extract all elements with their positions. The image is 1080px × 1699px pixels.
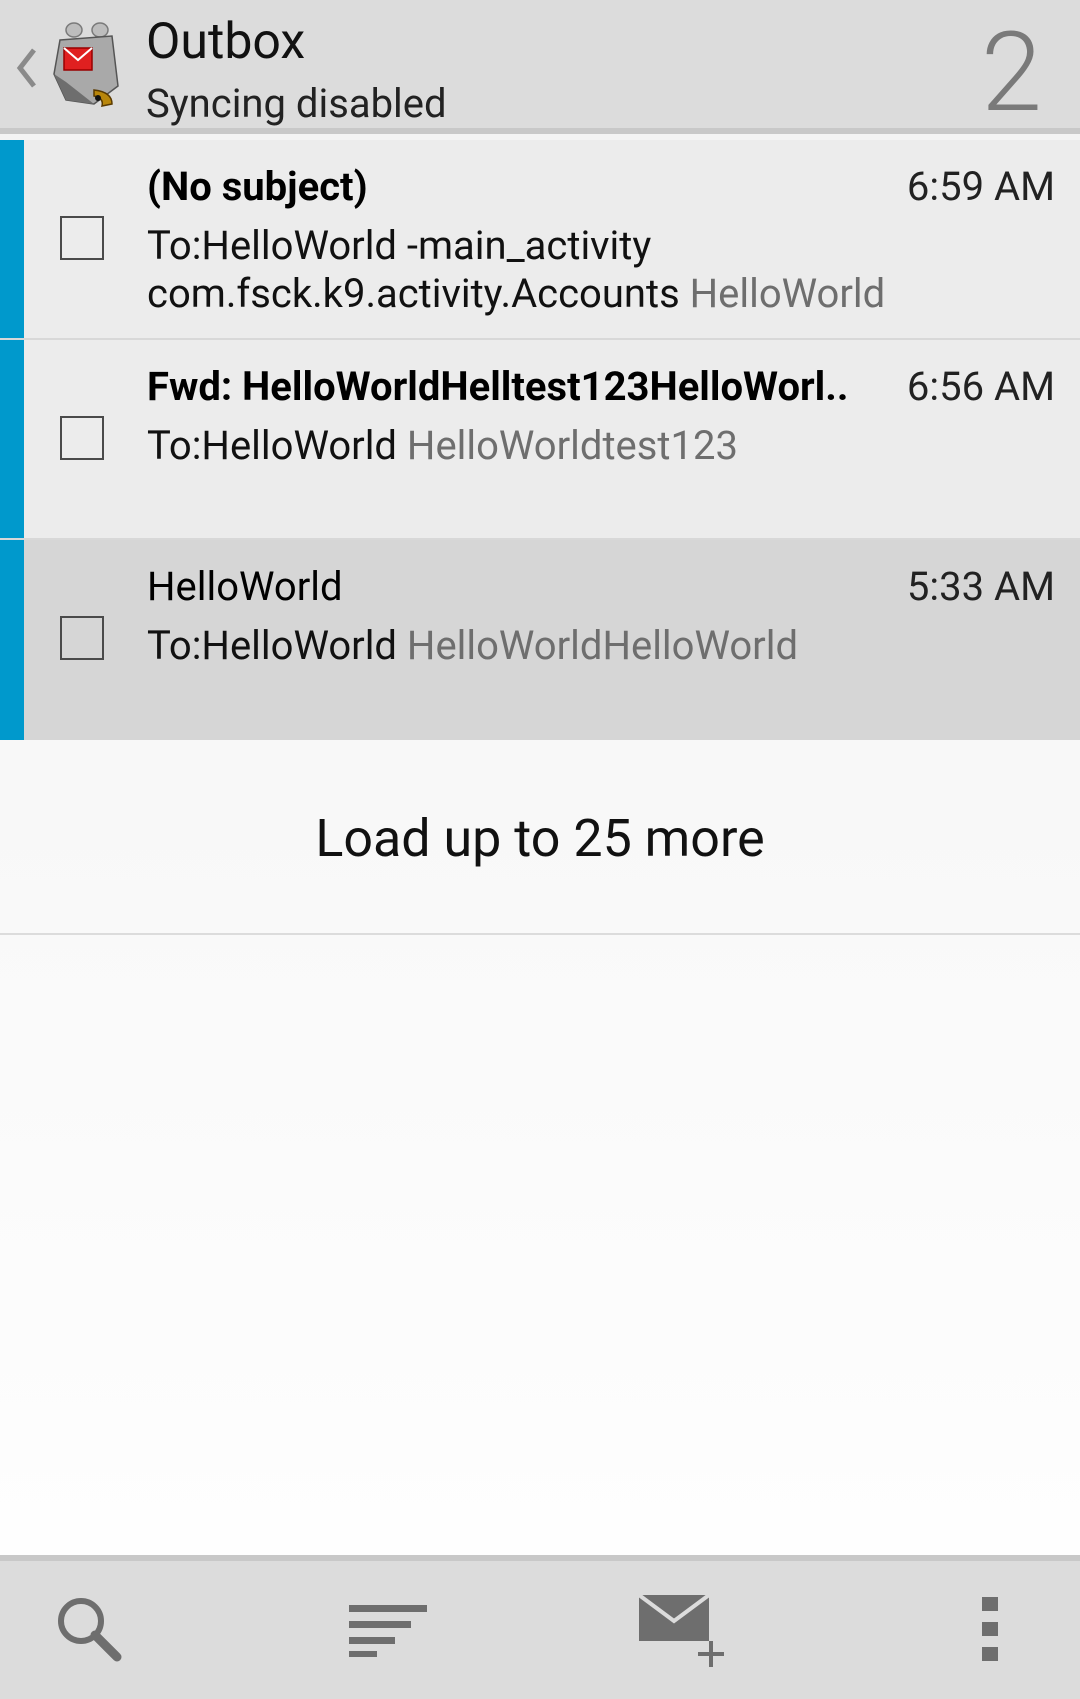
message-row[interactable]: HelloWorld 5:33 AM To:HelloWorld HelloWo… [0,540,1080,740]
overflow-menu-icon [982,1597,998,1661]
message-recipient: To:HelloWorld -main_activity com.fsck.k9… [147,222,680,317]
compose-icon [637,1593,724,1667]
sort-button[interactable] [334,1579,444,1679]
message-subject: HelloWorld [147,563,343,610]
message-time: 6:59 AM [906,163,1055,210]
message-list: (No subject) 6:59 AM To:HelloWorld -main… [0,140,1080,740]
compose-button[interactable] [630,1579,740,1679]
message-row[interactable]: (No subject) 6:59 AM To:HelloWorld -main… [0,140,1080,340]
search-icon [58,1598,122,1662]
bottom-action-bar [0,1555,1080,1699]
message-checkbox[interactable] [60,216,104,260]
message-time: 5:33 AM [906,563,1055,610]
folder-title: Outbox [146,13,306,71]
k9-mail-icon[interactable] [46,20,126,112]
message-recipient: To:HelloWorld [147,422,397,469]
sync-status: Syncing disabled [146,80,447,127]
message-preview: To:HelloWorld HelloWorldtest123 [147,422,1047,470]
message-snippet: HelloWorld [689,270,886,317]
message-checkbox[interactable] [60,416,104,460]
message-recipient: To:HelloWorld [147,622,397,669]
overflow-menu-button[interactable] [935,1579,1045,1679]
account-color-stripe [0,340,24,538]
message-snippet: HelloWorldHelloWorld [406,622,798,669]
chevron-left-icon [16,48,36,88]
search-button[interactable] [34,1579,144,1679]
action-bar: Outbox Syncing disabled 2 [0,0,1080,134]
back-button[interactable] [8,38,44,98]
account-color-stripe [0,540,24,740]
message-checkbox[interactable] [60,616,104,660]
message-snippet: HelloWorldtest123 [406,422,738,469]
message-subject: Fwd: HelloWorldHelltest123HelloWorl.. [147,363,849,410]
message-preview: To:HelloWorld HelloWorldHelloWorld [147,622,1047,670]
message-subject: (No subject) [147,163,368,210]
sort-icon [349,1605,427,1657]
account-color-stripe [0,140,24,338]
message-time: 6:56 AM [906,363,1055,410]
message-row[interactable]: Fwd: HelloWorldHelltest123HelloWorl.. 6:… [0,340,1080,540]
load-more-button[interactable]: Load up to 25 more [0,743,1080,935]
message-preview: To:HelloWorld -main_activity com.fsck.k9… [147,222,1047,318]
message-count: 2 [980,8,1042,137]
